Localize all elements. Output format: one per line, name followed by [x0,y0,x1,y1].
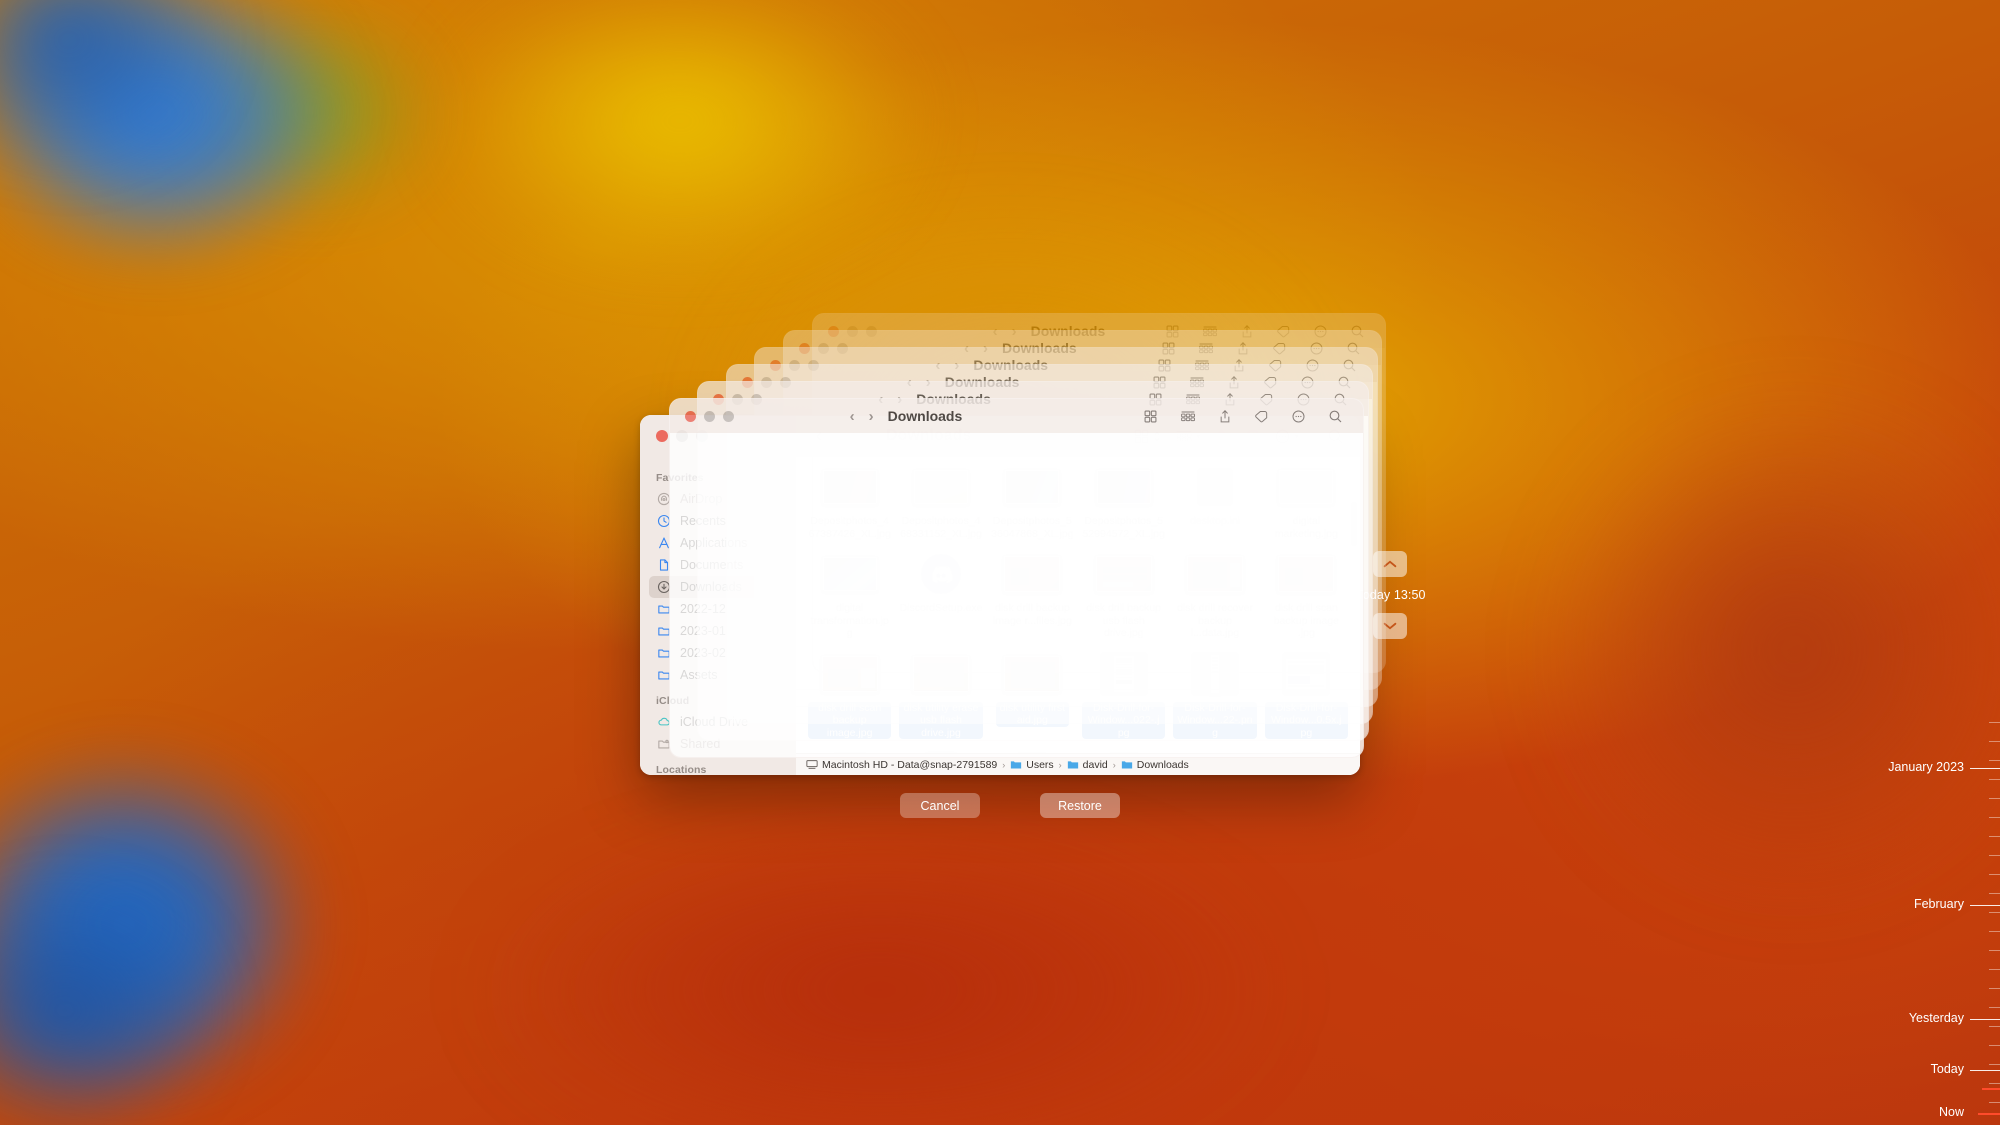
timeline-major-tick[interactable] [1970,768,2000,769]
ghost-title-text: Downloads [887,408,963,424]
path-bar-label: Macintosh HD - Data@snap-2791589 [822,758,998,771]
chevron-right-icon: › [868,407,874,425]
path-bar-label: Downloads [1136,758,1189,771]
ghost-toolbar [1143,409,1363,424]
path-separator-icon: › [1002,759,1006,770]
timeline-label: Today [1930,1062,1964,1076]
folder-blue-icon [1121,759,1133,770]
ghost-window-title: ‹ › Downloads [850,408,963,425]
path-bar-item[interactable]: Downloads [1121,759,1189,771]
path-bar-item[interactable]: Macintosh HD - Data@snap-2791589 [806,759,997,771]
timeline-major-tick[interactable] [1970,905,2000,906]
timeline-major-tick[interactable] [1970,1070,2000,1071]
path-bar-label: Users [1026,758,1054,771]
timeline-tick[interactable] [1989,1045,2000,1046]
path-separator-icon: › [1058,759,1062,770]
timeline-tick[interactable] [1989,912,2000,913]
folder-blue-icon [1010,759,1022,770]
timeline-tick[interactable] [1989,1064,2000,1065]
path-bar-label: david [1082,758,1108,771]
time-machine-timeline[interactable]: January 2023 February Yesterday Today Now [1780,0,2000,1125]
wallpaper-red-bottom [330,760,1430,1125]
timeline-tick[interactable] [1989,1007,2000,1008]
timeline-major-tick[interactable] [1970,1019,2000,1020]
timeline-label: January 2023 [1888,760,1964,774]
timeline-current-position-marker [1982,1088,2000,1090]
timeline-tick[interactable] [1989,1083,2000,1084]
timeline-tick[interactable] [1989,817,2000,818]
sidebar-section-header-locations: Locations [656,764,707,775]
wallpaper-blue-bottom-left-2 [0,830,280,1125]
timeline-tick[interactable] [1989,741,2000,742]
timeline-tick[interactable] [1989,722,2000,723]
timeline-tick[interactable] [1989,874,2000,875]
timeline-tick[interactable] [1989,760,2000,761]
timeline-label: Yesterday [1908,1011,1964,1025]
timeline-label: Now [1938,1105,1964,1119]
timeline-tick[interactable] [1989,950,2000,951]
ghost-finder-window: ‹ › Downloads [668,398,1365,758]
folder-blue-icon [1067,759,1079,770]
timeline-tick[interactable] [1989,988,2000,989]
path-bar-item[interactable]: david [1067,759,1108,771]
timeline-tick[interactable] [1989,893,2000,894]
hard-drive-icon [806,759,818,770]
timeline-label: February [1913,897,1964,911]
timeline-tick[interactable] [1989,931,2000,932]
restore-button[interactable]: Restore [1040,793,1120,818]
timeline-tick[interactable] [1989,798,2000,799]
cancel-button[interactable]: Cancel [900,793,980,818]
ghost-traffic-lights [670,410,850,422]
timeline-tick[interactable] [1989,1026,2000,1027]
timeline-now-marker[interactable] [1978,1113,2000,1115]
time-machine-action-buttons: Cancel Restore [900,793,1120,818]
close-button[interactable] [656,430,668,442]
chevron-left-icon: ‹ [849,407,855,425]
timeline-tick[interactable] [1989,855,2000,856]
wallpaper-blue-top-left-2 [0,0,300,220]
path-bar-item[interactable]: Users [1010,758,1054,771]
timeline-tick[interactable] [1989,969,2000,970]
timeline-tick[interactable] [1989,1102,2000,1103]
path-separator-icon: › [1112,759,1116,770]
timeline-tick[interactable] [1989,836,2000,837]
timeline-tick[interactable] [1989,779,2000,780]
